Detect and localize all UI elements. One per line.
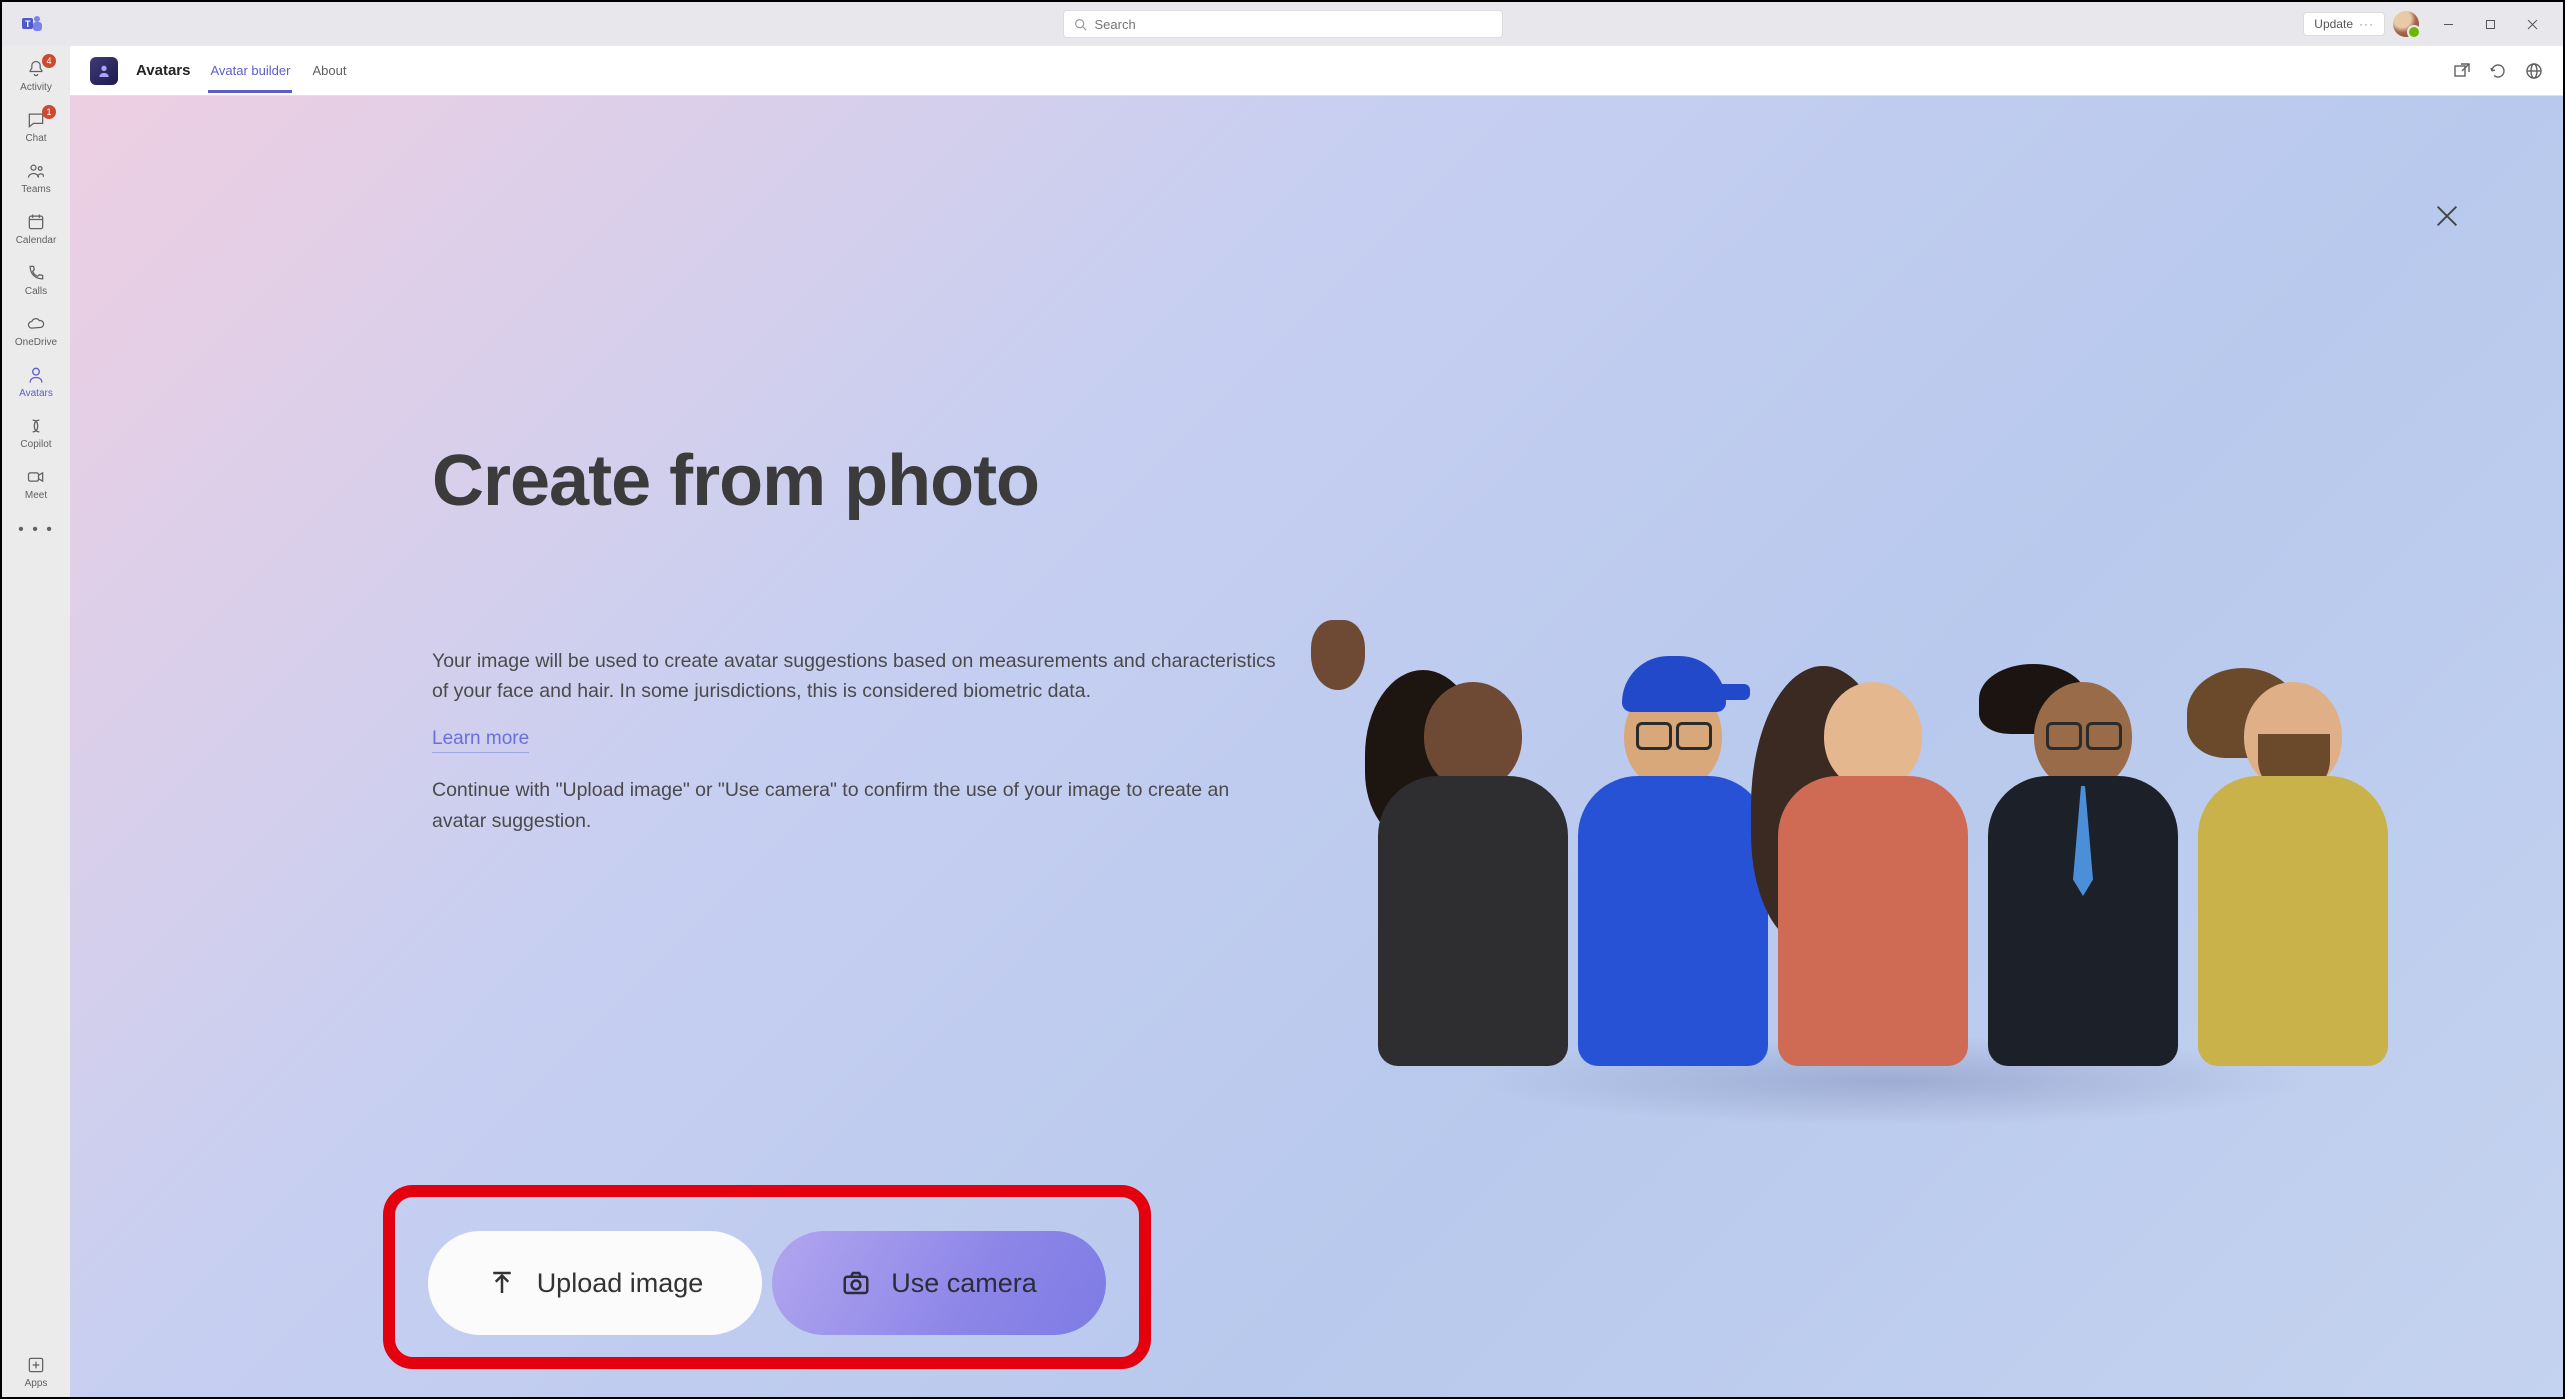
close-button[interactable]	[2433, 202, 2463, 232]
rail-chat[interactable]: 1 Chat	[2, 103, 70, 152]
meet-icon	[25, 466, 47, 488]
left-nav-rail: 4 Activity 1 Chat Teams Calendar Calls O…	[2, 46, 70, 1397]
page-title: Create from photo	[432, 440, 1302, 522]
rail-copilot[interactable]: Copilot	[2, 409, 70, 458]
calls-icon	[25, 262, 47, 284]
rail-label: Copilot	[20, 439, 51, 450]
rail-avatars[interactable]: Avatars	[2, 358, 70, 407]
avatar-illustration	[1373, 506, 2413, 1066]
avatar-icon	[25, 364, 47, 386]
teams-logo-icon: T	[20, 12, 44, 36]
search-input[interactable]	[1095, 17, 1492, 32]
window-maximize-button[interactable]	[2469, 6, 2511, 42]
intro-paragraph-2: Continue with "Upload image" or "Use cam…	[432, 775, 1272, 835]
rail-apps[interactable]: Apps	[2, 1348, 70, 1397]
rail-label: Apps	[25, 1378, 48, 1389]
window-minimize-button[interactable]	[2427, 6, 2469, 42]
rail-calendar[interactable]: Calendar	[2, 205, 70, 254]
rail-label: Activity	[20, 82, 52, 93]
upload-icon	[487, 1268, 517, 1298]
avatars-app-icon	[90, 57, 118, 85]
update-button[interactable]: Update ···	[2303, 12, 2385, 36]
more-dots-icon: ···	[2359, 17, 2374, 31]
camera-label: Use camera	[891, 1268, 1037, 1299]
apps-icon	[25, 1354, 47, 1376]
rail-label: Chat	[25, 133, 46, 144]
main-canvas: Create from photo Your image will be use…	[70, 96, 2563, 1397]
global-search[interactable]	[1063, 10, 1503, 38]
rail-teams[interactable]: Teams	[2, 154, 70, 203]
teams-icon	[25, 160, 47, 182]
svg-text:T: T	[25, 19, 31, 29]
rail-more-button[interactable]: • • •	[2, 511, 70, 549]
tab-about[interactable]: About	[310, 49, 348, 92]
user-avatar[interactable]	[2393, 11, 2419, 37]
globe-icon[interactable]	[2525, 62, 2543, 80]
app-tab-bar: Avatars Avatar builder About	[70, 46, 2563, 96]
close-icon	[2433, 202, 2461, 230]
calendar-icon	[25, 211, 47, 233]
rail-meet[interactable]: Meet	[2, 460, 70, 509]
camera-icon	[841, 1268, 871, 1298]
rail-label: Calls	[25, 286, 47, 297]
onedrive-icon	[25, 313, 47, 335]
popout-icon[interactable]	[2453, 62, 2471, 80]
window-close-button[interactable]	[2511, 6, 2553, 42]
app-title: Avatars	[136, 62, 190, 79]
update-label: Update	[2314, 17, 2353, 31]
rail-activity[interactable]: 4 Activity	[2, 52, 70, 101]
rail-label: Calendar	[16, 235, 57, 246]
rail-onedrive[interactable]: OneDrive	[2, 307, 70, 356]
rail-label: OneDrive	[15, 337, 57, 348]
use-camera-button[interactable]: Use camera	[772, 1231, 1106, 1335]
more-dots-icon: • • •	[18, 521, 54, 539]
rail-label: Teams	[21, 184, 50, 195]
search-icon	[1074, 18, 1087, 31]
learn-more-link[interactable]: Learn more	[432, 728, 529, 753]
chat-badge: 1	[42, 105, 56, 119]
window-titlebar: T Update ···	[2, 2, 2563, 46]
rail-label: Meet	[25, 490, 47, 501]
upload-label: Upload image	[537, 1268, 704, 1299]
refresh-icon[interactable]	[2489, 62, 2507, 80]
upload-image-button[interactable]: Upload image	[428, 1231, 762, 1335]
rail-label: Avatars	[19, 388, 53, 399]
tab-avatar-builder[interactable]: Avatar builder	[208, 49, 292, 92]
rail-calls[interactable]: Calls	[2, 256, 70, 305]
copilot-icon	[25, 415, 47, 437]
intro-paragraph-1: Your image will be used to create avatar…	[432, 646, 1292, 706]
activity-badge: 4	[42, 54, 56, 68]
